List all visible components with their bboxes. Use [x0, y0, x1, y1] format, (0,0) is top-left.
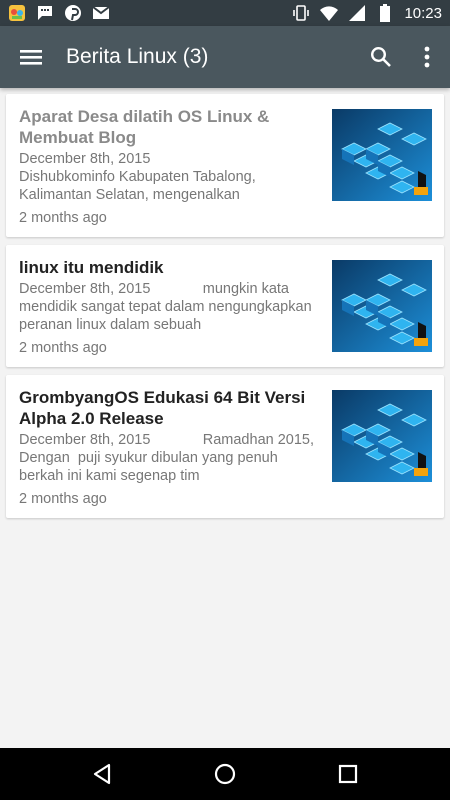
article-excerpt: December 8th, 2015 Dishubkominfo Kabupat… [19, 151, 256, 203]
home-button[interactable] [195, 748, 255, 800]
game-app-icon [8, 4, 26, 22]
status-time: 10:23 [404, 4, 442, 22]
article-title: Aparat Desa dilatih OS Linux & Membuat B… [19, 107, 270, 147]
signal-icon [348, 4, 366, 22]
article-title: GrombyangOS Edukasi 64 Bit Versi Alpha 2… [19, 388, 306, 428]
article-excerpt: December 8th, 2015 Ramadhan 2015, Dengan… [19, 432, 319, 484]
search-button[interactable] [358, 26, 404, 88]
article-thumbnail [332, 390, 432, 482]
search-icon [370, 46, 391, 67]
battery-icon [376, 4, 394, 22]
article-title: linux itu mendidik [19, 258, 164, 277]
article-time: 2 months ago [19, 340, 107, 356]
system-nav-bar [0, 748, 450, 800]
app-bar-actions [358, 26, 450, 88]
gmail-icon [92, 4, 110, 22]
chat-icon [36, 4, 54, 22]
article-thumbnail [332, 109, 432, 201]
home-icon [214, 763, 236, 785]
recents-icon [339, 764, 358, 784]
notification-icons [8, 4, 110, 22]
article-time: 2 months ago [19, 210, 107, 226]
back-button[interactable] [72, 748, 132, 800]
page-title: Berita Linux (3) [66, 45, 209, 68]
article-time: 2 months ago [19, 491, 107, 507]
vibrate-icon [292, 4, 310, 22]
article-card[interactable]: GrombyangOS Edukasi 64 Bit Versi Alpha 2… [6, 375, 444, 518]
article-card[interactable]: Aparat Desa dilatih OS Linux & Membuat B… [6, 94, 444, 237]
hamburger-menu-icon [20, 50, 42, 65]
article-excerpt: December 8th, 2015 mungkin kata mendidik… [19, 281, 316, 333]
overflow-menu-button[interactable] [404, 26, 450, 88]
system-icons: 10:23 [292, 4, 442, 22]
article-list: Aparat Desa dilatih OS Linux & Membuat B… [0, 88, 450, 748]
app-bar: Berita Linux (3) [0, 26, 450, 88]
status-bar: 10:23 [0, 0, 450, 26]
article-thumbnail [332, 260, 432, 352]
recents-button[interactable] [318, 748, 378, 800]
back-icon [93, 763, 110, 785]
article-card[interactable]: linux itu mendidik December 8th, 2015 mu… [6, 245, 444, 367]
more-vert-icon [424, 46, 430, 68]
menu-button[interactable] [0, 26, 62, 88]
wifi-icon [320, 4, 339, 22]
pinterest-icon [64, 4, 82, 22]
